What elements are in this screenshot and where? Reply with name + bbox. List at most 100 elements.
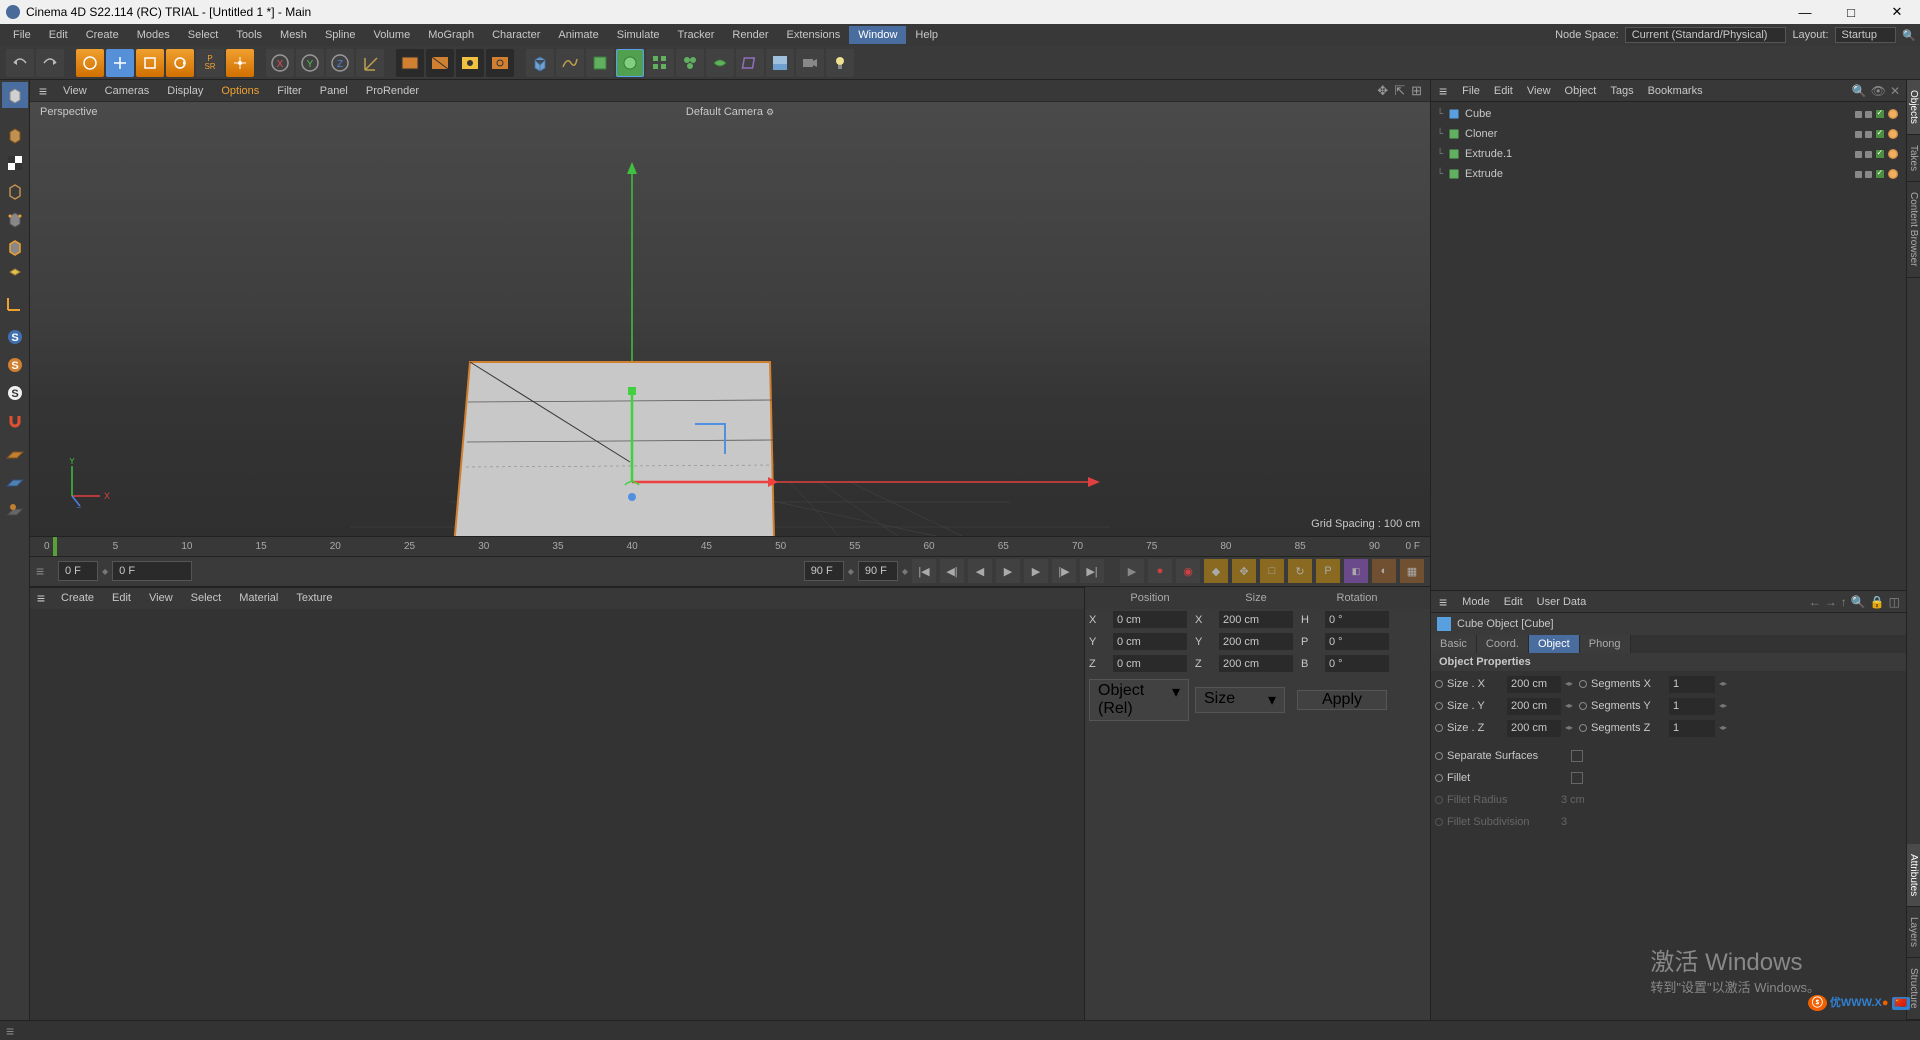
x-axis-lock[interactable]: X xyxy=(266,49,294,77)
add-cloner[interactable] xyxy=(676,49,704,77)
goto-start[interactable]: |◀ xyxy=(912,559,936,583)
visibility-dot[interactable] xyxy=(1855,111,1862,118)
key-extra2[interactable]: ▦ xyxy=(1400,559,1424,583)
matmenu-texture[interactable]: Texture xyxy=(287,589,341,607)
keyframe-sel[interactable]: ◆ xyxy=(1204,559,1228,583)
rotate-tool[interactable] xyxy=(166,49,194,77)
texture-mode[interactable] xyxy=(2,150,28,176)
attrmenu-edit[interactable]: Edit xyxy=(1497,593,1530,611)
phong-tag[interactable] xyxy=(1888,129,1898,139)
hamburger-icon[interactable]: ≡ xyxy=(1435,594,1451,610)
enable-check[interactable] xyxy=(1875,169,1885,179)
render-settings[interactable] xyxy=(486,49,514,77)
menu-create[interactable]: Create xyxy=(77,26,128,44)
render-region[interactable] xyxy=(426,49,454,77)
menu-extensions[interactable]: Extensions xyxy=(777,26,849,44)
model-mode[interactable] xyxy=(2,82,28,108)
search-icon[interactable]: 🔍 xyxy=(1852,84,1867,98)
fwd-icon[interactable]: → xyxy=(1825,595,1837,609)
snap-mode[interactable]: S xyxy=(2,380,28,406)
new-icon[interactable]: ◫ xyxy=(1889,595,1900,609)
frame-current[interactable] xyxy=(112,561,192,581)
menu-help[interactable]: Help xyxy=(906,26,947,44)
size-x-input[interactable] xyxy=(1507,676,1561,693)
hamburger-icon[interactable]: ≡ xyxy=(30,590,52,606)
object-row[interactable]: └Extrude xyxy=(1431,164,1906,184)
workplane-3[interactable] xyxy=(2,498,28,524)
render-picture[interactable] xyxy=(456,49,484,77)
object-row[interactable]: └Cube xyxy=(1431,104,1906,124)
menu-mesh[interactable]: Mesh xyxy=(271,26,316,44)
layout-dropdown[interactable]: Startup xyxy=(1835,27,1896,43)
fillet-check[interactable] xyxy=(1571,772,1583,784)
add-environment[interactable] xyxy=(766,49,794,77)
hamburger-icon[interactable]: ≡ xyxy=(32,83,54,99)
rot-h[interactable] xyxy=(1325,611,1389,628)
workplane-mode[interactable] xyxy=(2,178,28,204)
axis-mode[interactable] xyxy=(2,290,28,316)
size-y-input[interactable] xyxy=(1507,698,1561,715)
viewmenu-cameras[interactable]: Cameras xyxy=(96,82,159,100)
add-field[interactable] xyxy=(706,49,734,77)
add-spline[interactable] xyxy=(556,49,584,77)
pos-y[interactable] xyxy=(1113,633,1187,650)
record-key[interactable]: ◉ xyxy=(1176,559,1200,583)
objmenu-bookmarks[interactable]: Bookmarks xyxy=(1641,82,1710,100)
add-deformer[interactable] xyxy=(736,49,764,77)
render-dot[interactable] xyxy=(1865,111,1872,118)
maximize-button[interactable]: □ xyxy=(1828,0,1874,24)
nodespace-dropdown[interactable]: Current (Standard/Physical) xyxy=(1625,27,1787,43)
key-extra1[interactable]: ◐ xyxy=(1372,559,1396,583)
menu-edit[interactable]: Edit xyxy=(40,26,77,44)
menu-volume[interactable]: Volume xyxy=(365,26,420,44)
pos-x[interactable] xyxy=(1113,611,1187,628)
viewport[interactable]: Perspective Default Camera ⚙ xyxy=(30,102,1430,536)
goto-end[interactable]: ▶| xyxy=(1080,559,1104,583)
workplane-1[interactable] xyxy=(2,442,28,468)
lock-icon[interactable]: 🔒 xyxy=(1870,595,1885,609)
menu-render[interactable]: Render xyxy=(723,26,777,44)
add-subdivision[interactable] xyxy=(616,49,644,77)
viewmenu-options[interactable]: Options xyxy=(212,82,268,100)
scale-tool[interactable] xyxy=(136,49,164,77)
objmenu-file[interactable]: File xyxy=(1455,82,1487,100)
add-generator[interactable] xyxy=(586,49,614,77)
add-cube[interactable] xyxy=(526,49,554,77)
seg-x-input[interactable] xyxy=(1669,676,1715,693)
render-dot[interactable] xyxy=(1865,151,1872,158)
poly-mode[interactable] xyxy=(2,262,28,288)
objmenu-view[interactable]: View xyxy=(1520,82,1558,100)
close-button[interactable]: ✕ xyxy=(1874,0,1920,24)
magnet-tool[interactable] xyxy=(2,408,28,434)
object-row[interactable]: └Extrude.1 xyxy=(1431,144,1906,164)
vp-nav-1[interactable]: ✥ xyxy=(1377,83,1388,99)
step-fwd[interactable]: ▶ xyxy=(1024,559,1048,583)
viewmenu-prorender[interactable]: ProRender xyxy=(357,82,428,100)
autokey-toggle[interactable]: ▶ xyxy=(1120,559,1144,583)
frame-range-end[interactable] xyxy=(804,561,844,581)
objmenu-edit[interactable]: Edit xyxy=(1487,82,1520,100)
phong-tag[interactable] xyxy=(1888,169,1898,179)
objmenu-tags[interactable]: Tags xyxy=(1603,82,1640,100)
workplane-2[interactable] xyxy=(2,470,28,496)
attrmenu-user-data[interactable]: User Data xyxy=(1530,593,1594,611)
edge-mode[interactable] xyxy=(2,234,28,260)
sidetab-layers[interactable]: Layers xyxy=(1907,907,1920,958)
menu-simulate[interactable]: Simulate xyxy=(608,26,669,44)
phong-tag[interactable] xyxy=(1888,149,1898,159)
material-area[interactable] xyxy=(30,609,1084,1021)
psr-tool[interactable]: PSR xyxy=(196,49,224,77)
key-scale[interactable]: □ xyxy=(1260,559,1284,583)
size-z[interactable] xyxy=(1219,655,1293,672)
add-light[interactable] xyxy=(826,49,854,77)
visibility-dot[interactable] xyxy=(1855,131,1862,138)
search-icon[interactable]: 🔍 xyxy=(1902,28,1916,42)
sep-surf-check[interactable] xyxy=(1571,750,1583,762)
enable-check[interactable] xyxy=(1875,109,1885,119)
render-dot[interactable] xyxy=(1865,131,1872,138)
object-mode[interactable] xyxy=(2,122,28,148)
visibility-dot[interactable] xyxy=(1855,171,1862,178)
menu-animate[interactable]: Animate xyxy=(549,26,607,44)
sidetab-takes[interactable]: Takes xyxy=(1907,135,1920,182)
frame-total[interactable] xyxy=(858,561,898,581)
